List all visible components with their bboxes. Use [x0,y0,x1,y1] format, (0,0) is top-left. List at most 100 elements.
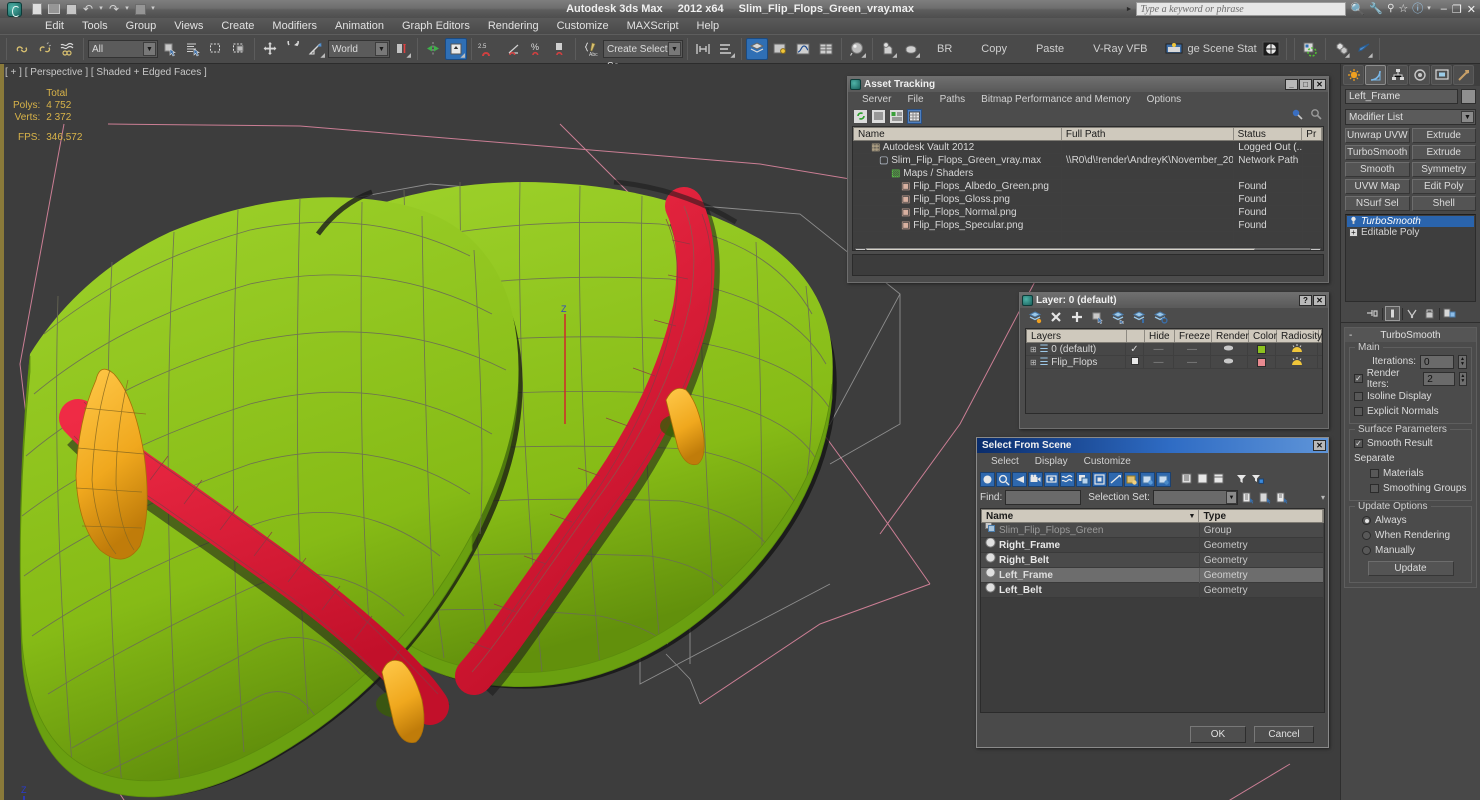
table-row[interactable]: ▦ Autodesk Vault 2012 Logged Out (... [853,140,1323,154]
column-name[interactable]: Name ▼ [982,510,1200,522]
new-file-icon[interactable] [30,2,44,16]
modifier-stack[interactable]: TurboSmooth + Editable Poly [1345,214,1476,302]
radiosity-icon[interactable] [1276,342,1318,356]
render-iters-stepper[interactable]: ▲ ▼ [1458,371,1467,386]
render-toggle[interactable] [1211,355,1248,369]
hide-toggle[interactable]: — [1144,342,1174,356]
modifier-edit-poly[interactable]: Edit Poly [1411,179,1476,194]
select-from-scene-titlebar[interactable]: Select From Scene ✕ [977,438,1328,453]
remove-modifier-icon[interactable] [1422,306,1437,321]
object-name-input[interactable]: Left_Frame [1345,89,1458,104]
angle-snap-icon[interactable] [503,38,525,60]
render-production-icon[interactable] [1260,38,1282,60]
table-row[interactable]: ▢ Slim_Flip_Flops_Green_vray.max \\R0\d\… [853,153,1323,167]
select-subtree-icon[interactable] [1212,471,1227,487]
table-row[interactable]: Left_Belt Geometry [981,582,1324,598]
minimize-button[interactable]: – [1441,3,1447,16]
expand-icon[interactable]: ⊞ [1030,358,1037,367]
menu-views[interactable]: Views [165,18,212,34]
render-iters-checkbox[interactable]: ✓ [1354,374,1363,383]
restore-button[interactable]: □ [1299,79,1312,90]
column-status[interactable]: Status [1234,128,1303,140]
column-pr[interactable]: Pr [1302,128,1322,140]
paste-button[interactable]: Paste [1022,43,1078,55]
chevron-down-icon[interactable]: ▾ [1321,493,1325,502]
minimize-button[interactable]: _ [1285,79,1298,90]
bind-spacewarp-icon[interactable] [57,38,79,60]
table-row[interactable]: ⊞ ☰ 0 (default) ✓ — — [1026,342,1322,356]
snaps-toggle-icon[interactable]: 2.5 [476,38,502,60]
grid-view-icon[interactable] [907,108,922,124]
chevron-down-icon[interactable]: ▼ [1225,491,1237,504]
undo-dropdown-icon[interactable]: ▾ [98,2,104,16]
modifier-uvw-map[interactable]: UVW Map [1345,179,1410,194]
viewport-label[interactable]: [ + ] [ Perspective ] [ Shaded + Edged F… [5,67,207,78]
pin-stack-icon[interactable] [1365,306,1380,321]
project-folder-icon[interactable] [133,2,147,16]
rollup-collapse-sign[interactable]: - [1349,330,1352,341]
help-dropdown-icon[interactable]: ▾ [1427,2,1431,16]
scroll-left-arrow[interactable]: ◀ [855,248,866,250]
add-selection-icon[interactable] [1070,310,1084,327]
display-shapes-icon[interactable] [996,471,1011,487]
unlink-icon[interactable] [34,38,56,60]
search-input[interactable]: Type a keyword or phrase [1136,2,1347,16]
explicit-normals-checkbox[interactable] [1354,407,1363,416]
chevron-down-icon[interactable]: ▼ [375,42,388,56]
display-cameras-icon[interactable] [1028,471,1043,487]
expand-all-icon[interactable] [1180,471,1195,487]
always-radio[interactable] [1362,516,1371,525]
array-icon[interactable]: ◢ [715,38,737,60]
select-object-icon[interactable] [159,38,181,60]
redo-dropdown-icon[interactable]: ▾ [124,2,130,16]
menu-group[interactable]: Group [117,18,166,34]
iterations-input[interactable]: 0 [1420,354,1454,369]
save-file-icon[interactable] [64,2,78,16]
display-hidden-icon[interactable] [1156,471,1171,487]
hierarchy-tab-icon[interactable] [1387,65,1408,85]
asset-tracking-dialog[interactable]: Asset Tracking _ □ ✕ Server File Paths B… [847,76,1329,283]
stack-item-editable-poly[interactable]: + Editable Poly [1347,227,1474,238]
display-helpers-icon[interactable] [1044,471,1059,487]
close-button[interactable]: ✕ [1467,3,1476,16]
modifier-unwrap-uvw[interactable]: Unwrap UVW [1345,128,1410,143]
table-row[interactable]: Slim_Flip_Flops_Green Group [981,522,1324,538]
menu-paths[interactable]: Paths [932,94,974,105]
schematic-view-icon[interactable] [815,38,837,60]
menu-maxscript[interactable]: MAXScript [618,18,688,34]
radio-manually[interactable]: Manually [1354,543,1467,558]
table-row[interactable] [853,231,1323,245]
rollup-header[interactable]: - TurboSmooth [1345,328,1476,342]
create-tab-icon[interactable] [1343,65,1364,85]
materials-checkbox[interactable] [1370,469,1379,478]
column-full-path[interactable]: Full Path [1062,128,1234,140]
modifier-nsurf-sel[interactable]: NSurf Sel [1345,196,1410,211]
use-pivot-icon[interactable]: ◢ [391,38,413,60]
scroll-right-arrow[interactable]: ▶ [1310,248,1321,250]
select-by-name-icon[interactable] [182,38,204,60]
table-row[interactable]: Right_Frame Geometry [981,537,1324,553]
menu-server[interactable]: Server [854,94,899,105]
iterations-stepper[interactable]: ▲ ▼ [1458,354,1467,369]
isoline-display-checkbox[interactable] [1354,392,1363,401]
lightbulb-icon[interactable] [1349,216,1358,228]
delete-layer-icon[interactable] [1049,310,1063,327]
scene-explorer-icon[interactable] [769,38,791,60]
column-hide[interactable]: Hide [1145,330,1175,342]
table-row[interactable]: ▣ Flip_Flops_Albedo_Green.png Found [853,179,1323,193]
display-frozen-icon[interactable] [1140,471,1155,487]
asset-tracking-icon[interactable] [1299,38,1321,60]
menu-tools[interactable]: Tools [73,18,117,34]
selection-set-combo[interactable]: ▼ [1152,490,1238,505]
hide-toggle[interactable]: — [1144,355,1174,369]
menu-file[interactable]: File [899,94,931,105]
menu-animation[interactable]: Animation [326,18,393,34]
column-freeze[interactable]: Freeze [1175,330,1212,342]
selection-filter-combo[interactable]: All ▼ [88,40,158,58]
add-path-icon[interactable] [1291,108,1304,124]
plus-box-icon[interactable]: + [1349,228,1358,237]
modifier-smooth[interactable]: Smooth [1345,162,1410,177]
find-input[interactable] [1005,490,1082,505]
column-layers[interactable]: Layers [1027,330,1127,342]
current-layer-check[interactable] [1126,355,1144,369]
